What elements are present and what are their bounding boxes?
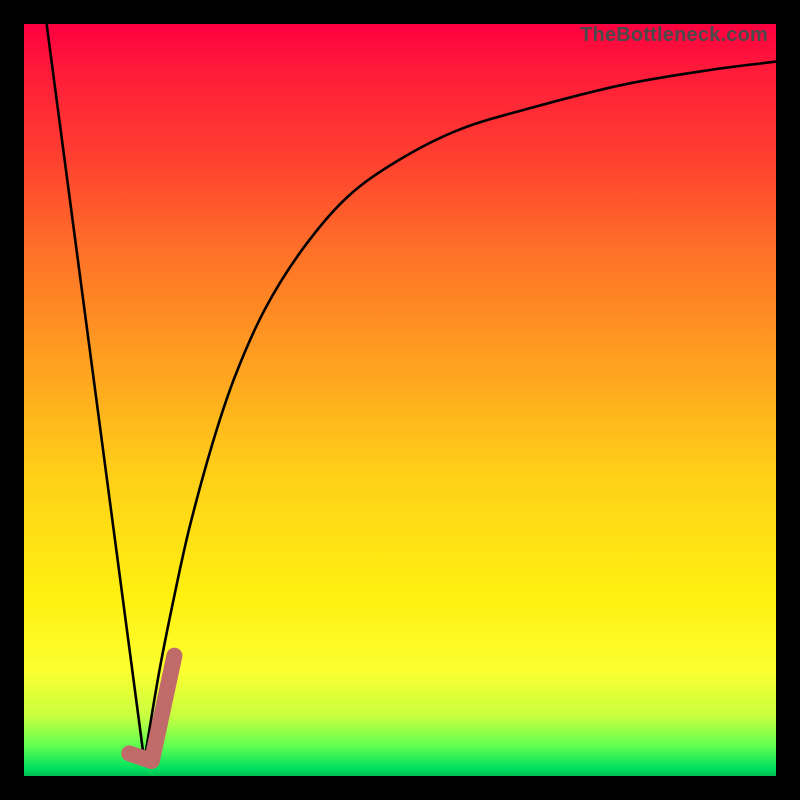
plot-area: TheBottleneck.com xyxy=(24,24,776,776)
series-left-descent xyxy=(47,24,145,761)
chart-svg xyxy=(24,24,776,776)
series-right-curve xyxy=(144,62,776,761)
chart-frame: TheBottleneck.com xyxy=(0,0,800,800)
